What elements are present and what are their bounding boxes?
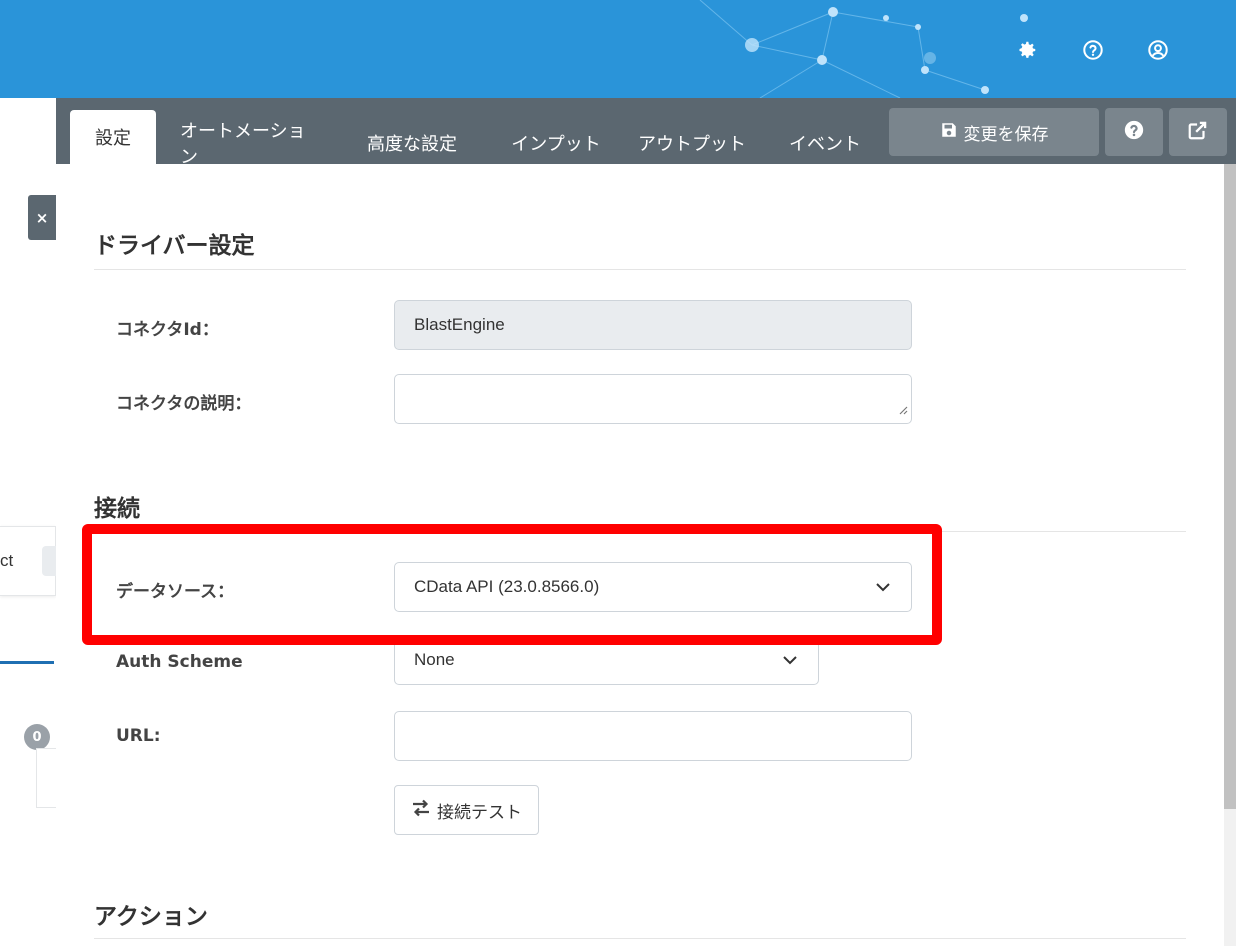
test-connection-label: 接続テスト bbox=[437, 802, 522, 823]
section-divider bbox=[94, 269, 1186, 270]
connector-id-label: コネクタId： bbox=[116, 320, 219, 340]
background-divider bbox=[0, 661, 54, 664]
help-icon bbox=[1123, 119, 1145, 146]
save-changes-label: 変更を保存 bbox=[963, 124, 1049, 145]
user-circle-icon[interactable] bbox=[1146, 38, 1170, 62]
tab-events[interactable]: イベント bbox=[780, 122, 870, 164]
close-panel-button[interactable]: × bbox=[28, 195, 56, 240]
test-connection-button[interactable]: 接続テスト bbox=[394, 785, 539, 835]
auth-scheme-value: None bbox=[414, 650, 455, 669]
app-header bbox=[0, 0, 1236, 98]
background-card-icon bbox=[42, 546, 56, 576]
tab-settings[interactable]: 設定 bbox=[70, 110, 156, 164]
scrollbar-thumb[interactable] bbox=[1224, 164, 1236, 809]
connection-title: 接続 bbox=[94, 496, 140, 522]
background-box bbox=[36, 748, 56, 808]
url-input[interactable] bbox=[394, 711, 912, 761]
auth-scheme-label: Auth Scheme bbox=[116, 652, 243, 672]
url-label: URL: bbox=[116, 726, 161, 746]
save-changes-button[interactable]: 変更を保存 bbox=[889, 108, 1099, 156]
connector-settings-modal: 設定 オートメーション 高度な設定 インプット アウトプット イベント 変更を保… bbox=[56, 98, 1236, 946]
tab-automation[interactable]: オートメーション bbox=[180, 121, 318, 168]
driver-settings-title: ドライバー設定 bbox=[94, 233, 255, 259]
resize-handle-icon[interactable] bbox=[898, 400, 908, 420]
network-decoration bbox=[699, 0, 1028, 98]
chevron-down-icon bbox=[782, 652, 798, 673]
connector-id-field: BlastEngine bbox=[394, 300, 912, 350]
tab-input[interactable]: インプット bbox=[504, 122, 608, 164]
connector-description-field[interactable] bbox=[394, 374, 912, 424]
highlight-box bbox=[82, 524, 942, 645]
connector-description-label: コネクタの説明： bbox=[116, 394, 252, 414]
close-icon: × bbox=[35, 208, 49, 227]
tab-output[interactable]: アウトプット bbox=[636, 122, 748, 164]
connector-id-value: BlastEngine bbox=[414, 315, 505, 334]
tab-bar: 設定 オートメーション 高度な設定 インプット アウトプット イベント 変更を保… bbox=[56, 98, 1236, 168]
gear-icon[interactable] bbox=[1015, 38, 1039, 62]
section-divider bbox=[94, 938, 1186, 939]
tab-advanced-settings[interactable]: 高度な設定 bbox=[352, 122, 472, 164]
open-external-button[interactable] bbox=[1169, 108, 1227, 156]
count-badge: 0 bbox=[24, 724, 50, 750]
background-card-text: ct bbox=[0, 551, 14, 570]
action-title: アクション bbox=[94, 904, 208, 930]
swap-arrows-icon bbox=[411, 799, 431, 822]
help-button[interactable] bbox=[1105, 108, 1163, 156]
save-icon bbox=[940, 121, 958, 144]
external-link-icon bbox=[1187, 119, 1209, 146]
help-circle-icon[interactable] bbox=[1081, 38, 1105, 62]
